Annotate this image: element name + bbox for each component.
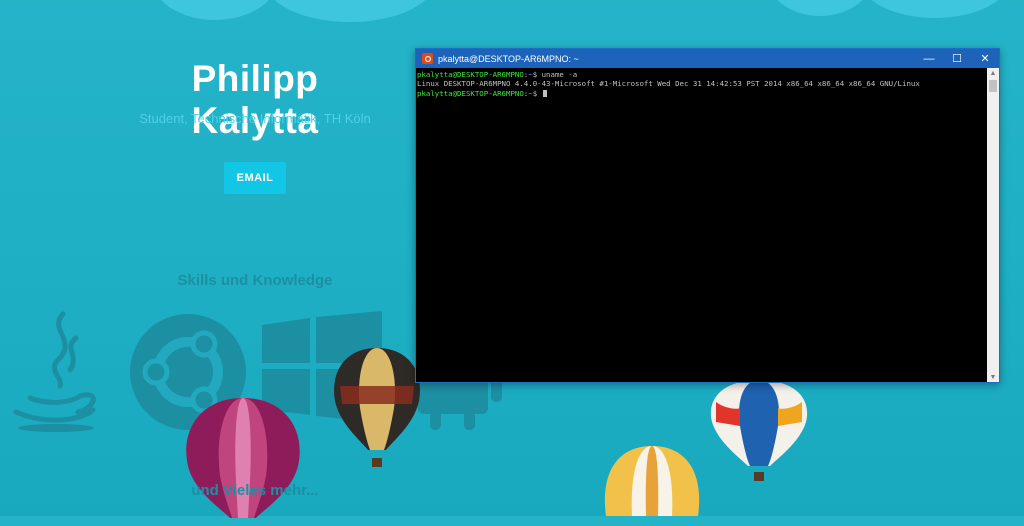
terminal-line: pkalytta@DESKTOP-AR6MPNO:~$ uname -a <box>417 70 578 79</box>
skills-heading: Skills und Knowledge <box>177 272 333 289</box>
cloud-decoration <box>860 0 1010 18</box>
maximize-button[interactable]: ☐ <box>943 49 971 68</box>
cloud-decoration <box>150 0 280 20</box>
close-button[interactable]: ✕ <box>971 49 999 68</box>
terminal-cursor <box>542 90 547 98</box>
email-button[interactable]: EMAIL <box>224 162 286 194</box>
terminal-scrollbar[interactable]: ▲ ▼ <box>987 68 999 382</box>
scroll-down-arrow-icon[interactable]: ▼ <box>987 372 999 382</box>
minimize-button[interactable]: — <box>915 49 943 68</box>
terminal-line: pkalytta@DESKTOP-AR6MPNO:~$ <box>417 89 987 98</box>
terminal-title: pkalytta@DESKTOP-AR6MPNO: ~ <box>438 53 579 64</box>
java-icon <box>13 311 96 432</box>
terminal-output[interactable]: pkalytta@DESKTOP-AR6MPNO:~$ uname -a Linu… <box>416 68 987 382</box>
terminal-titlebar[interactable]: pkalytta@DESKTOP-AR6MPNO: ~ — ☐ ✕ <box>416 49 999 68</box>
cloud-decoration <box>265 0 435 22</box>
scroll-thumb[interactable] <box>989 80 997 92</box>
hot-air-balloon <box>334 348 420 467</box>
cloud-decoration <box>765 0 875 16</box>
ubuntu-app-icon <box>422 53 433 64</box>
terminal-line: Linux DESKTOP-AR6MPNO 4.4.0-43-Microsoft… <box>417 79 920 89</box>
scroll-up-arrow-icon[interactable]: ▲ <box>987 68 999 78</box>
more-skills-text: und Vieles mehr... <box>191 482 319 499</box>
hot-air-balloon <box>186 398 300 518</box>
profile-name: Philipp Kalytta <box>191 58 319 141</box>
hot-air-balloon <box>710 380 808 481</box>
terminal-window[interactable]: pkalytta@DESKTOP-AR6MPNO: ~ — ☐ ✕ pkalyt… <box>415 48 1000 383</box>
hot-air-balloon <box>604 446 700 516</box>
profile-subtitle: Student, Technische Informatik, TH Köln <box>139 111 371 126</box>
